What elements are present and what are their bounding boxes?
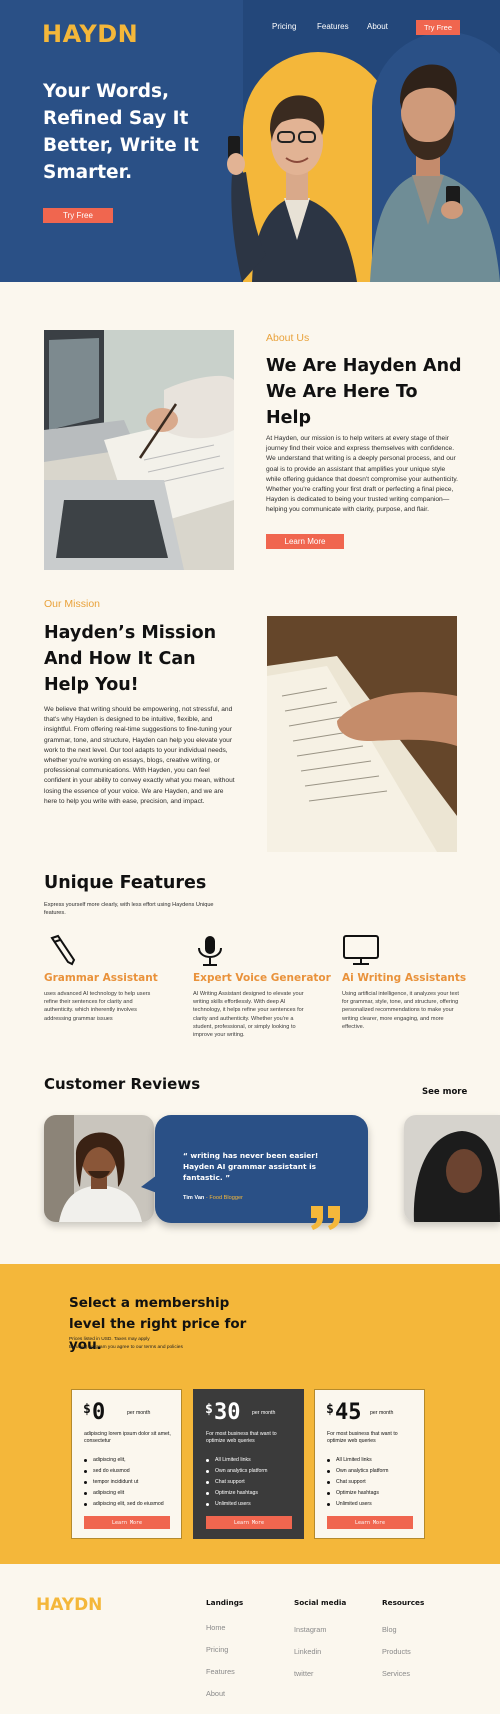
- footer-link-products[interactable]: Products: [382, 1647, 411, 1656]
- speech-bubble-tail: [141, 1175, 157, 1193]
- plan-amount: 0: [92, 1400, 106, 1425]
- plan-feature: Unlimited users: [206, 1499, 267, 1510]
- mission-body: We believe that writing should be empowe…: [44, 706, 235, 805]
- laptop-writing-photo: [44, 330, 234, 570]
- feature-title-ai: Ai Writing Assistants: [342, 972, 467, 984]
- plan-card-business: $ 45 per month For most business that wa…: [314, 1389, 425, 1539]
- features-title: Unique Features: [44, 873, 207, 893]
- feature-desc-ai: Using artificial intelligence, it analyz…: [342, 991, 459, 1030]
- learn-more-button[interactable]: Learn More: [266, 534, 344, 549]
- plan-currency: $: [83, 1402, 91, 1417]
- mission-kicker: Our Mission: [44, 598, 101, 610]
- plan-feature: Optimize hashtags: [327, 1488, 388, 1499]
- plan-feature: adipiscing elit,: [84, 1455, 164, 1466]
- feature-desc-voice: AI Writing Assistant designed to elevate…: [193, 991, 304, 1039]
- plan-feature: Chat support: [327, 1477, 388, 1488]
- nav-about[interactable]: About: [367, 22, 388, 31]
- footer-link-twitter[interactable]: twitter: [294, 1669, 313, 1678]
- plan-currency: $: [326, 1402, 334, 1417]
- review-role: - Food Blogger: [205, 1195, 243, 1201]
- about-kicker: About Us: [266, 332, 310, 344]
- features-subtitle: Express yourself more clearly, with less…: [44, 902, 214, 916]
- plan-feature: All Limited links: [206, 1455, 267, 1466]
- plan-feature-list: adipiscing elit, sed do eiusmod tempor i…: [84, 1455, 164, 1510]
- footer-link-linkedin[interactable]: Linkedin: [294, 1647, 321, 1656]
- mission-title: Hayden’s Mission And How It Can Help You…: [44, 623, 217, 695]
- review-author-line: Tim Van - Food Blogger: [183, 1195, 243, 1201]
- pricing-note-taxes: Prices listed in USD. Taxes may apply: [69, 1337, 150, 1342]
- plan-amount: 45: [335, 1400, 362, 1425]
- footer-logo[interactable]: HAYDN: [36, 1595, 102, 1615]
- plan-learn-more-button[interactable]: Learn More: [206, 1516, 292, 1529]
- plan-feature: Unlimited users: [327, 1499, 388, 1510]
- plan-feature-list: All Limited links Own analytics platform…: [327, 1455, 388, 1510]
- review-author: Tim Van: [183, 1195, 205, 1201]
- pencil-icon: [50, 934, 76, 966]
- footer: [0, 1564, 500, 1714]
- monitor-icon: [343, 935, 379, 965]
- reviewer-avatar-2: [404, 1115, 500, 1222]
- plan-card-pro: $ 30 per month For most business that wa…: [193, 1389, 304, 1539]
- footer-link-services[interactable]: Services: [382, 1669, 410, 1678]
- footer-link-features[interactable]: Features: [206, 1667, 235, 1676]
- plan-period: per month: [127, 1410, 151, 1416]
- feature-title-voice: Expert Voice Generator: [193, 972, 331, 984]
- reviews-title: Customer Reviews: [44, 1075, 201, 1093]
- hero-person-photo: [227, 95, 357, 282]
- hero-try-free-button[interactable]: Try Free: [43, 208, 113, 223]
- footer-col-title-resources: Resources: [382, 1598, 425, 1607]
- hero-person-photo-2: [370, 64, 500, 282]
- footer-link-blog[interactable]: Blog: [382, 1625, 397, 1634]
- footer-link-home[interactable]: Home: [206, 1623, 225, 1632]
- plan-currency: $: [205, 1402, 213, 1417]
- see-more-link[interactable]: See more: [422, 1087, 467, 1097]
- plan-period: per month: [252, 1410, 276, 1416]
- reading-book-photo: [267, 616, 457, 852]
- plan-card-basic: $ 0 per month adipiscing lorem ipsum dol…: [71, 1389, 182, 1539]
- nav-features[interactable]: Features: [317, 22, 349, 31]
- reviewer-avatar: [44, 1115, 154, 1222]
- plan-description: For most business that want to optimize …: [327, 1431, 398, 1445]
- review-quote: “ writing has never been easier! Hayden …: [183, 1151, 319, 1182]
- footer-link-instagram[interactable]: Instagram: [294, 1625, 326, 1634]
- plan-feature-list: All Limited links Own analytics platform…: [206, 1455, 267, 1510]
- plan-amount: 30: [214, 1400, 241, 1425]
- plan-feature: Chat support: [206, 1477, 267, 1488]
- nav-pricing[interactable]: Pricing: [272, 22, 296, 31]
- footer-col-title-landings: Landings: [206, 1598, 244, 1607]
- plan-period: per month: [370, 1410, 394, 1416]
- plan-feature: Own analytics platform: [327, 1466, 388, 1477]
- plan-learn-more-button[interactable]: Learn More: [84, 1516, 170, 1529]
- about-title: We Are Hayden And We Are Here To Help: [266, 356, 462, 428]
- brand-logo[interactable]: HAYDN: [42, 20, 138, 48]
- nav-try-free-button[interactable]: Try Free: [416, 20, 460, 35]
- plan-description: For most business that want to optimize …: [206, 1431, 277, 1445]
- hero-section: HAYDN Pricing Features About Try Free Yo…: [0, 0, 500, 282]
- about-body: At Hayden, our mission is to help writer…: [266, 435, 458, 514]
- plan-feature: tempor incididunt ut: [84, 1477, 164, 1488]
- quote-mark-icon: [311, 1206, 340, 1230]
- plan-feature: adipiscing elit: [84, 1488, 164, 1499]
- plan-description: adipiscing lorem ipsum dolor sit amet, c…: [84, 1431, 171, 1445]
- plan-learn-more-button[interactable]: Learn More: [327, 1516, 413, 1529]
- feature-title-grammar: Grammar Assistant: [44, 972, 158, 984]
- plan-feature: sed do eiusmod: [84, 1466, 164, 1477]
- plan-feature: adipiscing elit, sed do eiusmod: [84, 1499, 164, 1510]
- footer-link-pricing[interactable]: Pricing: [206, 1645, 228, 1654]
- pricing-note-terms: By using program you agree to our terms …: [69, 1345, 183, 1350]
- plan-feature: All Limited links: [327, 1455, 388, 1466]
- plan-feature: Own analytics platform: [206, 1466, 267, 1477]
- feature-desc-grammar: uses advanced AI technology to help user…: [44, 991, 151, 1022]
- microphone-icon: [198, 936, 222, 966]
- plan-feature: Optimize hashtags: [206, 1488, 267, 1499]
- hero-title: Your Words, Refined Say It Better, Write…: [43, 81, 199, 183]
- footer-col-title-social: Social media: [294, 1598, 347, 1607]
- footer-link-about[interactable]: About: [206, 1689, 225, 1698]
